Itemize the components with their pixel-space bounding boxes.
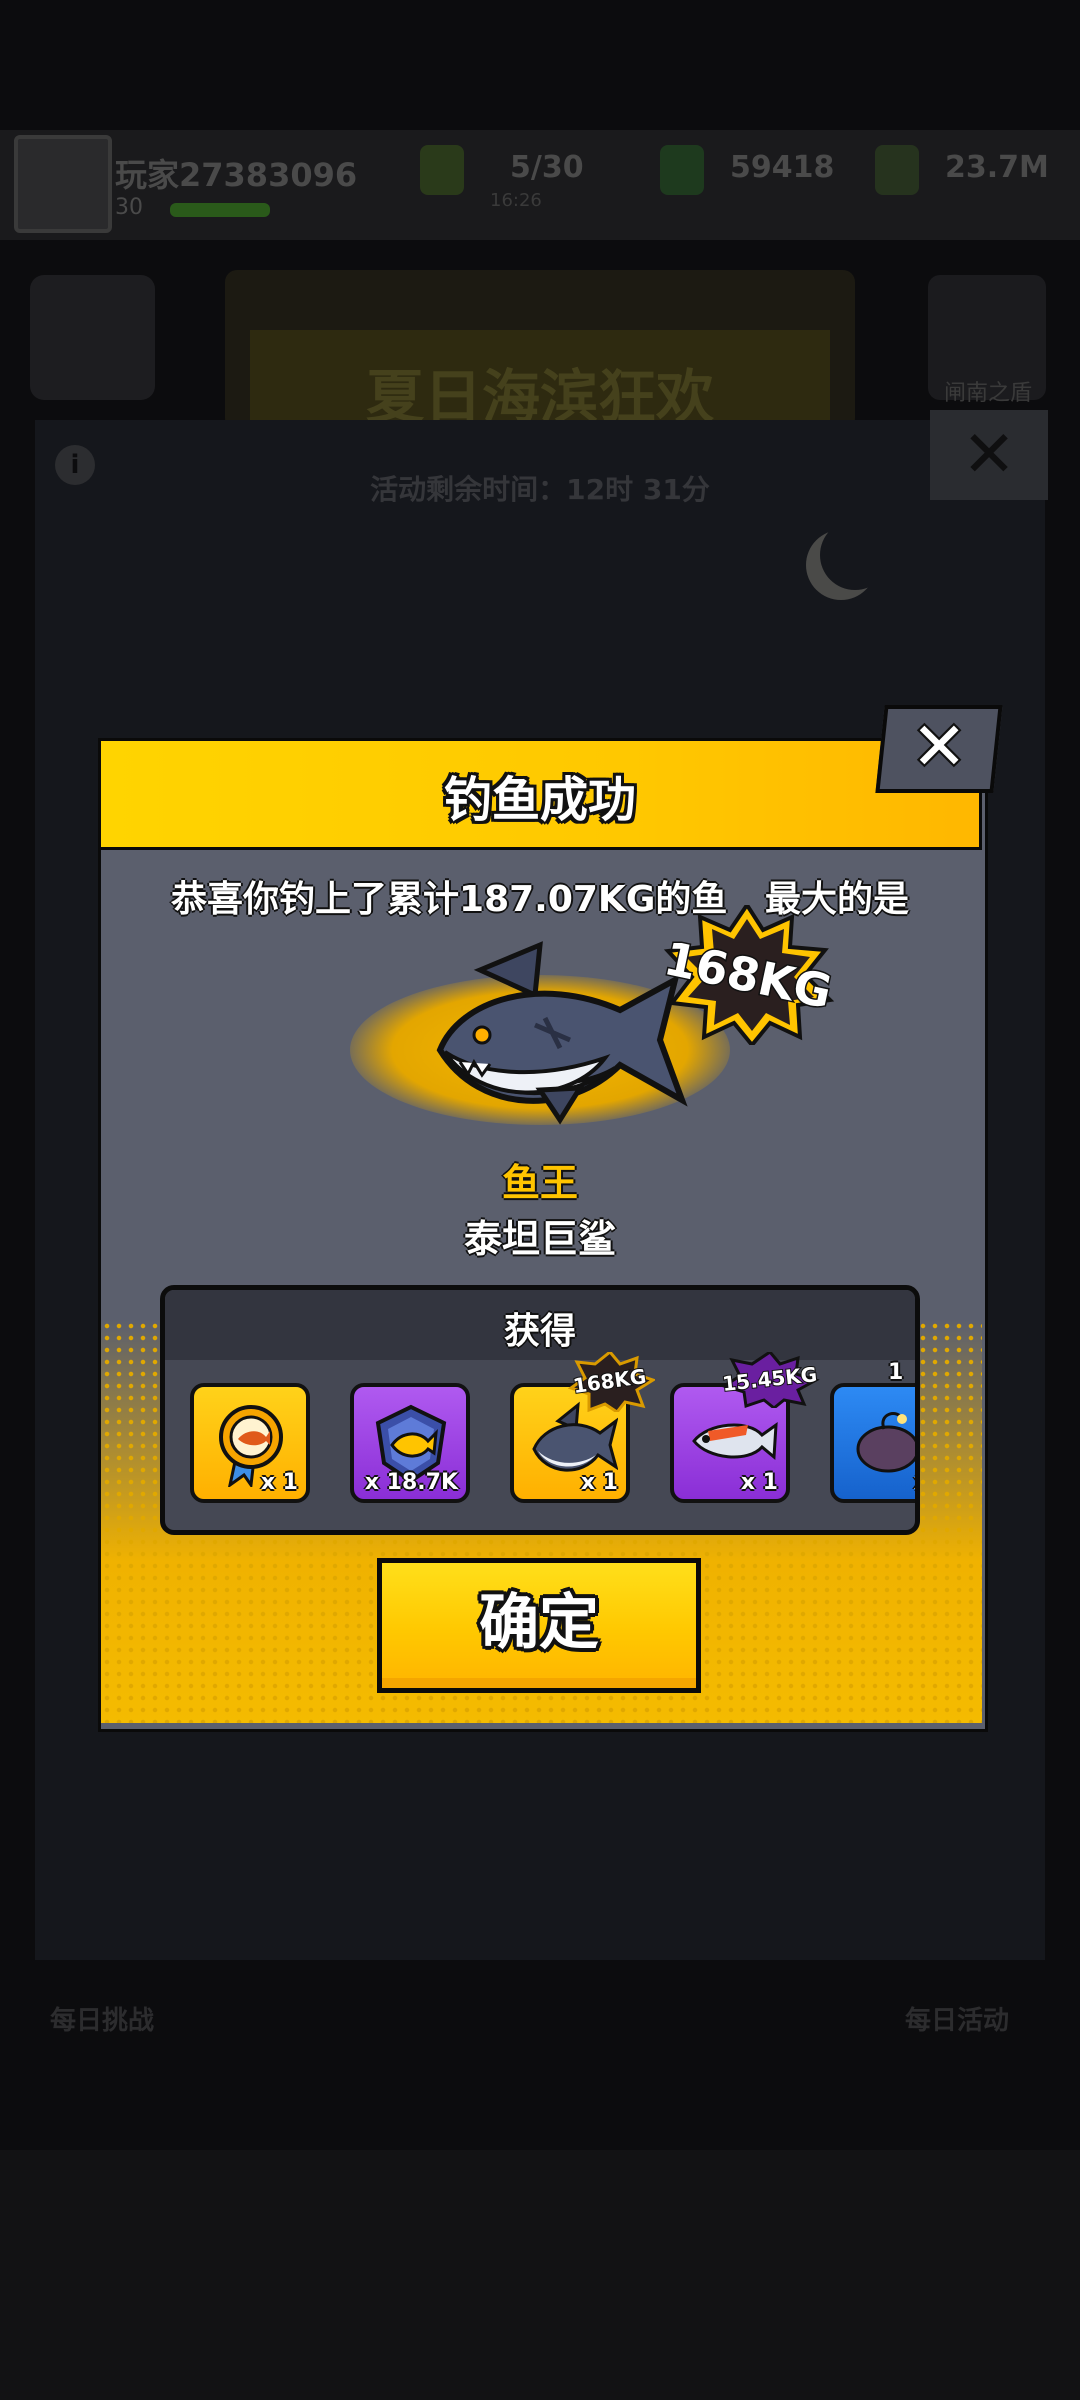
reward-item-token[interactable]: x 18.7K — [350, 1383, 470, 1503]
energy-icon — [420, 145, 464, 195]
cash-stat: 59418 — [730, 150, 835, 185]
rewards-title: 获得 — [503, 1311, 576, 1352]
shark-icon — [532, 1401, 618, 1472]
bottom-tab-bar — [0, 2150, 1080, 2400]
menu-button — [30, 275, 155, 400]
congrats-text: 恭喜你钓上了累计187.07KG的鱼 最大的是 — [171, 879, 909, 920]
info-icon: i — [55, 445, 95, 485]
player-level: 30 — [115, 195, 143, 220]
reward-item-anglerfish[interactable]: x — [830, 1383, 915, 1503]
player-exp-bar — [170, 203, 270, 217]
reward-qty: x — [914, 1470, 915, 1495]
event-close-button: ✕ — [930, 410, 1048, 500]
coin-stat: 23.7M — [945, 150, 1049, 185]
weight-burst-badge: 168KG — [660, 905, 835, 1045]
reward-qty: x 18.7K — [364, 1470, 458, 1495]
confirm-label: 确定 — [479, 1588, 599, 1658]
fish-name: 泰坦巨鲨 — [463, 1217, 616, 1261]
cash-icon — [660, 145, 704, 195]
guard-label: 闸南之盾 — [943, 381, 1032, 406]
player-name: 玩家27383096 — [115, 156, 358, 194]
dialog-title: 钓鱼成功 — [443, 772, 636, 828]
reward-weight-tag-fish: 15.45KG — [720, 1352, 820, 1408]
reward-item-medal[interactable]: x 1 — [190, 1383, 310, 1503]
fish-icon — [692, 1421, 778, 1461]
reward-qty: x 1 — [740, 1470, 778, 1495]
reward-qty: x 1 — [260, 1470, 298, 1495]
nav-daily-challenge: 每日挑战 — [50, 2006, 155, 2036]
event-timer: 活动剩余时间：12时 31分 — [370, 473, 710, 506]
dialog-close-button[interactable]: ✕ — [875, 705, 1003, 793]
confirm-button[interactable]: 确定 — [377, 1558, 701, 1693]
coin-icon — [875, 145, 919, 195]
fish-king-label: 鱼王 — [501, 1161, 578, 1205]
shark-icon — [436, 941, 688, 1125]
reward-weight-tag-shark: 168KG — [567, 1352, 655, 1412]
reward-weight-tag-anglerfish: 1 — [888, 1360, 904, 1385]
rewards-panel: 获得 x 1 x 18.7K x 1 x 1 — [160, 1285, 920, 1535]
energy-timer: 16:26 — [490, 190, 542, 211]
close-icon: ✕ — [911, 708, 967, 785]
energy-stat: 5/30 — [510, 150, 584, 185]
reward-qty: x 1 — [580, 1470, 618, 1495]
anglerfish-icon — [856, 1412, 915, 1473]
moon-icon — [820, 520, 890, 590]
player-avatar — [14, 135, 112, 233]
nav-daily-activity: 每日活动 — [905, 2006, 1010, 2036]
